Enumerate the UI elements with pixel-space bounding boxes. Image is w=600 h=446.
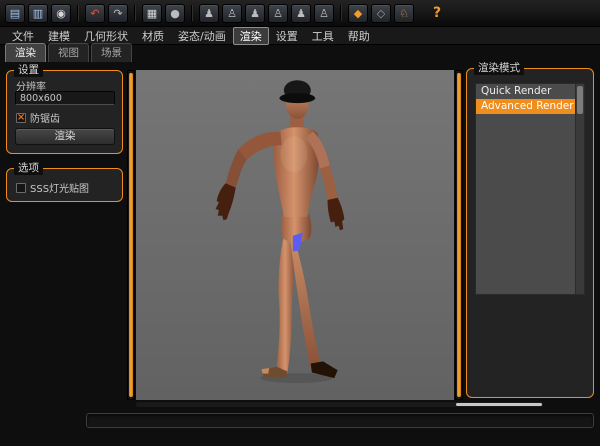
- figure-right-hand: [328, 198, 345, 230]
- menu-item-render[interactable]: 渲染: [233, 27, 269, 45]
- pose-figure-icon[interactable]: ♙: [268, 4, 288, 23]
- menu-item-tools[interactable]: 工具: [305, 27, 341, 45]
- vscrollbar-thumb[interactable]: [129, 73, 133, 397]
- tab-render[interactable]: 渲染: [5, 43, 46, 62]
- toolbar-separator: [191, 5, 193, 21]
- sss-row: SSS灯光贴图: [16, 180, 89, 195]
- figure-left-hand: [216, 183, 236, 220]
- vscrollbar-thumb[interactable]: [457, 73, 461, 397]
- listbox-scrollbar[interactable]: [575, 84, 584, 294]
- menu-item-geometry[interactable]: 几何形状: [77, 27, 135, 45]
- toolbar-separator: [134, 5, 136, 21]
- list-option-quick-render[interactable]: Quick Render: [476, 84, 575, 99]
- menu-item-settings[interactable]: 设置: [269, 27, 305, 45]
- figure-right-leg: [291, 237, 321, 368]
- pose-figure-icon[interactable]: ♟: [199, 4, 219, 23]
- menu-item-file[interactable]: 文件: [5, 27, 41, 45]
- save-as-icon[interactable]: ▥: [28, 4, 48, 23]
- pose-figure-icon[interactable]: ♟: [291, 4, 311, 23]
- render-button[interactable]: 渲染: [15, 128, 115, 145]
- render-scene-icon[interactable]: ▦: [142, 4, 162, 23]
- sss-lightmap-label: SSS灯光贴图: [30, 180, 89, 195]
- viewport[interactable]: [136, 70, 454, 400]
- resolution-input[interactable]: [15, 91, 115, 105]
- antialias-checkbox[interactable]: ×: [16, 113, 26, 123]
- options-groupbox: 选项 SSS灯光贴图: [6, 168, 123, 202]
- figure-right-forearm: [320, 165, 338, 201]
- render-progress-bar: [86, 413, 594, 428]
- render-mode-title: 渲染模式: [474, 62, 524, 75]
- animate-figure-icon[interactable]: ♘: [394, 4, 414, 23]
- figure-chest-highlight: [281, 136, 308, 172]
- toolbar-separator: [340, 5, 342, 21]
- figure-blue-patch: [293, 233, 303, 252]
- sss-lightmap-checkbox[interactable]: [16, 183, 26, 193]
- tab-bar: 渲染 视图 场景: [0, 45, 600, 62]
- toolbar-separator: [77, 5, 79, 21]
- render-mode-listbox: Quick Render Advanced Render: [475, 83, 585, 295]
- pose-figure-icon[interactable]: ♙: [314, 4, 334, 23]
- figure-left-foot-toes: [261, 368, 269, 374]
- shield-alt-icon[interactable]: ◇: [371, 4, 391, 23]
- viewport-vscrollbar-left[interactable]: [127, 70, 135, 400]
- save-icon[interactable]: ▤: [5, 4, 25, 23]
- listbox-scrollbar-thumb[interactable]: [577, 86, 583, 114]
- hscrollbar-thumb[interactable]: [456, 403, 542, 406]
- character-figure: [136, 70, 454, 400]
- viewport-hscrollbar[interactable]: [136, 402, 543, 407]
- menu-item-help[interactable]: 帮助: [341, 27, 377, 45]
- antialias-label: 防锯齿: [30, 110, 60, 125]
- menu-item-modeling[interactable]: 建模: [41, 27, 77, 45]
- viewport-vscrollbar-right[interactable]: [455, 70, 463, 400]
- menu-bar: 文件 建模 几何形状 材质 姿态/动画 渲染 设置 工具 帮助: [0, 27, 600, 45]
- settings-title: 设置: [14, 64, 43, 77]
- undo-icon[interactable]: ↶: [85, 4, 105, 23]
- tab-scene[interactable]: 场景: [91, 43, 132, 62]
- figure-hat-brim: [279, 93, 315, 103]
- toolbar: ▤ ▥ ◉ ↶ ↷ ▦ ● ♟ ♙ ♟ ♙ ♟ ♙ ◆ ◇ ♘ ?: [0, 0, 600, 27]
- settings-groupbox: 设置 分辨率 × 防锯齿 渲染: [6, 70, 123, 154]
- options-title: 选项: [14, 162, 43, 175]
- antialias-row: × 防锯齿: [16, 110, 60, 125]
- pose-figure-icon[interactable]: ♟: [245, 4, 265, 23]
- redo-icon[interactable]: ↷: [108, 4, 128, 23]
- list-option-advanced-render[interactable]: Advanced Render: [476, 99, 575, 114]
- menu-item-pose-animation[interactable]: 姿态/动画: [171, 27, 233, 45]
- help-icon[interactable]: ?: [433, 5, 441, 21]
- menu-item-material[interactable]: 材质: [135, 27, 171, 45]
- pose-figure-icon[interactable]: ♙: [222, 4, 242, 23]
- render-mode-groupbox: 渲染模式 Quick Render Advanced Render: [466, 68, 594, 398]
- shield-icon[interactable]: ◆: [348, 4, 368, 23]
- material-sphere-icon[interactable]: ●: [165, 4, 185, 23]
- snapshot-camera-icon[interactable]: ◉: [51, 4, 71, 23]
- tab-view[interactable]: 视图: [48, 43, 89, 62]
